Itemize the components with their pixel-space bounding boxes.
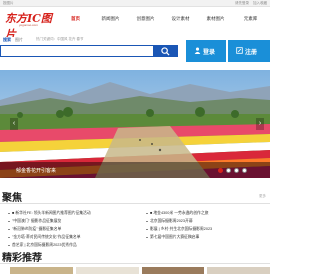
divider bbox=[0, 263, 270, 264]
top-strip: 投图片 请先登录 加入收藏 bbox=[0, 0, 270, 7]
search-row: 搜索 图片 热门关键词：中国风 花卉 春节 登录 注册 bbox=[0, 37, 270, 65]
divider bbox=[0, 203, 270, 204]
search-tab-images[interactable]: 图片 bbox=[15, 37, 23, 43]
nav-item-home[interactable]: 首页 bbox=[58, 14, 93, 24]
carousel-dot[interactable] bbox=[234, 168, 239, 173]
user-icon bbox=[194, 47, 201, 54]
login-label: 登录 bbox=[203, 50, 216, 56]
carousel-prev-button[interactable]: ‹ bbox=[10, 118, 18, 130]
login-button[interactable]: 登录 bbox=[186, 40, 226, 62]
search-input[interactable] bbox=[0, 45, 154, 57]
nav-item-creative[interactable]: 创意图片 bbox=[128, 14, 163, 24]
nav-item-elements[interactable]: 元素库 bbox=[233, 14, 268, 24]
thumbnail[interactable] bbox=[75, 267, 139, 274]
edit-icon bbox=[236, 47, 243, 54]
search-tabs: 搜索 图片 bbox=[3, 37, 23, 43]
list-item[interactable]: 影展 | 乡村·共生北京国际摄影周2023 bbox=[146, 225, 270, 233]
site-logo[interactable]: 东方IC图片 yogomoo.com bbox=[5, 10, 55, 41]
carousel-dot[interactable] bbox=[226, 168, 231, 173]
focus-list-right: ■ 地金4300米 一劳永逸的创作之旅 北京国际摄影周2023开幕 影展 | 乡… bbox=[146, 209, 270, 241]
list-item[interactable]: ■ 地金4300米 一劳永逸的创作之旅 bbox=[146, 209, 270, 217]
focus-more-link[interactable]: 更多 bbox=[259, 194, 266, 199]
topbar-right-links: 请先登录 加入收藏 bbox=[235, 1, 267, 6]
site-header: 东方IC图片 yogomoo.com 首页 新闻图片 创意图片 设计素材 素材图… bbox=[0, 7, 270, 41]
list-item[interactable]: "中国澳门" 摄影作品征集展览 bbox=[8, 217, 138, 225]
carousel-next-button[interactable]: › bbox=[256, 118, 264, 130]
thumbnail[interactable] bbox=[141, 267, 205, 274]
search-button[interactable] bbox=[154, 45, 178, 57]
login-link[interactable]: 请先登录 bbox=[235, 1, 249, 6]
section-title-recommend: 精彩推荐 bbox=[2, 253, 42, 264]
search-tab-search[interactable]: 搜索 bbox=[3, 37, 11, 43]
topbar-left-text: 投图片 bbox=[3, 1, 14, 5]
nav-item-design[interactable]: 设计素材 bbox=[163, 14, 198, 24]
focus-list-left: ■ 新华社FE: 领头羊新闻图片推荐图片征集活动 "中国澳门" 摄影作品征集展览… bbox=[8, 209, 138, 249]
hero-caption[interactable]: 郁金香花开引客来 bbox=[16, 167, 56, 174]
list-item[interactable]: ■ 新华社FE: 领头羊新闻图片推荐图片征集活动 bbox=[8, 209, 138, 217]
recommend-thumbnails bbox=[0, 267, 270, 274]
list-item[interactable]: 首艺家 | 北京国际摄影周2023优秀作品 bbox=[8, 241, 138, 249]
section-title-focus: 聚焦 bbox=[2, 193, 22, 204]
hero-banner[interactable]: ‹ › 郁金香花开引客来 bbox=[0, 70, 270, 178]
nav-item-news[interactable]: 新闻图片 bbox=[93, 14, 128, 24]
carousel-dots bbox=[218, 168, 247, 173]
thumbnail[interactable] bbox=[207, 267, 270, 274]
carousel-dot[interactable] bbox=[218, 168, 223, 173]
hot-keywords[interactable]: 热门关键词：中国风 花卉 春节 bbox=[36, 37, 83, 42]
register-button[interactable]: 注册 bbox=[228, 40, 270, 62]
register-label: 注册 bbox=[245, 50, 258, 56]
list-item[interactable]: 北京国际摄影周2023开幕 bbox=[146, 217, 270, 225]
list-item[interactable]: "新冠肺炎防疫" 摄影征集名单 bbox=[8, 225, 138, 233]
list-item[interactable]: "金方塔·蒂对民间传统文化"作品征集名单 bbox=[8, 233, 138, 241]
nav-item-material[interactable]: 素材图片 bbox=[198, 14, 233, 24]
list-item[interactable]: 第七届中国图片大赛征稿启事 bbox=[146, 233, 270, 241]
carousel-dot[interactable] bbox=[242, 168, 247, 173]
main-nav: 首页 新闻图片 创意图片 设计素材 素材图片 元素库 bbox=[58, 14, 268, 24]
favorite-link[interactable]: 加入收藏 bbox=[253, 1, 267, 6]
search-icon bbox=[161, 47, 170, 56]
logo-url: yogomoo.com bbox=[19, 23, 38, 27]
thumbnail[interactable] bbox=[10, 267, 73, 274]
